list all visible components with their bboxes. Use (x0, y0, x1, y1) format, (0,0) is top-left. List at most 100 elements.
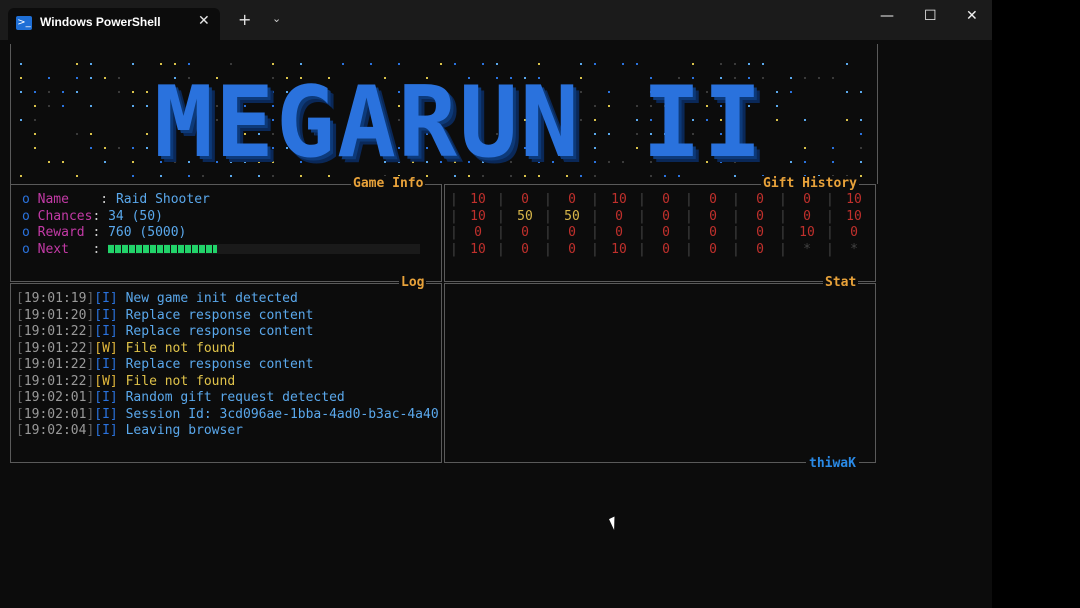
stat-title: Stat (823, 275, 859, 290)
bullet-icon: o (22, 241, 38, 257)
terminal-content[interactable]: MEGARUN II Game Info o Name : Raid Shoot… (0, 40, 992, 608)
gift-cell: 0 (709, 225, 717, 240)
gift-cell: 0 (803, 208, 811, 224)
grid-separator: | (497, 208, 505, 224)
log-level: [I] (94, 291, 118, 306)
grid-separator: | (638, 192, 646, 207)
gift-cell: 10 (470, 208, 486, 224)
log-entry: [19:01:22][I] Replace response content (16, 324, 313, 340)
gift-cell: 0 (615, 225, 623, 240)
info-value: 34 (50) (108, 208, 163, 224)
log-level: [W] (94, 373, 118, 389)
grid-separator: | (544, 241, 552, 257)
tab-title: Windows PowerShell (40, 15, 161, 29)
log-time: 19:01:22 (23, 357, 87, 372)
log-entry: [19:01:22][W] File not found (16, 374, 235, 390)
info-separator: : (92, 208, 109, 224)
log-time: 19:02:01 (23, 390, 87, 405)
grid-separator: | (544, 225, 552, 240)
grid-separator: | (591, 241, 599, 257)
gift-cell: 0 (521, 225, 529, 240)
minimize-button[interactable]: — (880, 8, 894, 24)
grid-separator: | (779, 225, 787, 240)
powershell-icon: >_ (16, 16, 32, 30)
grid-separator: | (450, 241, 458, 257)
log-bracket: [ (16, 390, 24, 405)
log-entry: [19:02:01][I] Session Id: 3cd096ae-1bba-… (16, 407, 439, 423)
grid-separator: | (685, 241, 693, 257)
grid-separator: | (450, 225, 458, 240)
info-separator: : (92, 241, 109, 257)
info-value: Raid Shooter (115, 192, 210, 207)
info-label: Name (37, 192, 101, 207)
log-level: [W] (94, 340, 118, 356)
close-window-button[interactable]: ✕ (966, 8, 978, 24)
grid-separator: | (591, 225, 599, 240)
grid-separator: | (638, 225, 646, 240)
gift-cell: 0 (756, 208, 764, 224)
grid-separator: | (450, 192, 458, 207)
gift-cell: 0 (568, 225, 576, 240)
chevron-down-icon[interactable]: ⌄ (272, 12, 281, 25)
game-info-row: o Next : (22, 241, 421, 258)
log-message: Leaving browser (117, 423, 243, 438)
log-entry: [19:02:01][I] Random gift request detect… (16, 390, 345, 406)
log-entry: [19:01:22][W] File not found (16, 341, 235, 357)
grid-separator: | (826, 208, 834, 224)
grid-separator: | (732, 208, 740, 224)
gift-cell: 0 (709, 192, 717, 207)
game-info-title: Game Info (351, 176, 426, 191)
log-time: 19:01:22 (23, 373, 87, 389)
gift-cell: 0 (615, 208, 623, 224)
game-info-row: o Name : Raid Shooter (22, 192, 210, 208)
grid-separator: | (450, 208, 458, 224)
tab-powershell[interactable]: >_ Windows PowerShell ✕ (8, 8, 220, 40)
gift-cell: 0 (662, 225, 670, 240)
maximize-button[interactable]: ☐ (924, 8, 937, 24)
grid-separator: | (826, 241, 834, 257)
gift-cell: 10 (470, 192, 486, 207)
log-bracket: [ (16, 340, 24, 356)
new-tab-button[interactable]: + (238, 10, 251, 29)
grid-separator: | (497, 192, 505, 207)
gift-cell: 10 (846, 208, 862, 224)
grid-separator: | (591, 192, 599, 207)
info-label: Reward (37, 225, 93, 240)
banner-title: MEGARUN II (154, 66, 765, 180)
log-title: Log (399, 275, 427, 290)
grid-separator: | (732, 241, 740, 257)
log-entry: [19:01:19][I] New game init detected (16, 291, 298, 307)
grid-separator: | (544, 192, 552, 207)
info-label: Chances (37, 208, 93, 224)
bullet-icon: o (22, 192, 38, 207)
grid-separator: | (826, 192, 834, 207)
log-message: New game init detected (117, 291, 298, 306)
close-tab-icon[interactable]: ✕ (198, 13, 210, 29)
log-message: Random gift request detected (117, 390, 345, 405)
info-separator: : (92, 225, 109, 240)
info-value: 760 (5000) (108, 225, 187, 240)
log-message: Session Id: 3cd096ae-1bba-4ad0-b3ac-4a40 (117, 406, 439, 422)
game-info-row: o Reward : 760 (5000) (22, 225, 186, 241)
log-bracket: [ (16, 373, 24, 389)
gift-cell: 0 (756, 241, 764, 257)
gift-cell: * (850, 241, 858, 257)
log-time: 19:01:20 (23, 307, 87, 323)
grid-separator: | (779, 192, 787, 207)
gift-cell: 0 (568, 192, 576, 207)
log-level: [I] (94, 307, 118, 323)
log-level: [I] (94, 324, 118, 339)
grid-separator: | (779, 241, 787, 257)
grid-separator: | (779, 208, 787, 224)
gift-cell: 10 (470, 241, 486, 257)
log-level: [I] (94, 357, 118, 372)
gift-cell: 0 (756, 225, 764, 240)
log-entry: [19:01:22][I] Replace response content (16, 357, 313, 373)
gift-cell: 0 (709, 241, 717, 257)
grid-separator: | (685, 192, 693, 207)
bullet-icon: o (22, 225, 38, 240)
gift-cell: 0 (521, 241, 529, 257)
grid-separator: | (497, 225, 505, 240)
gift-cell: 50 (564, 208, 580, 224)
log-time: 19:01:22 (23, 340, 87, 356)
